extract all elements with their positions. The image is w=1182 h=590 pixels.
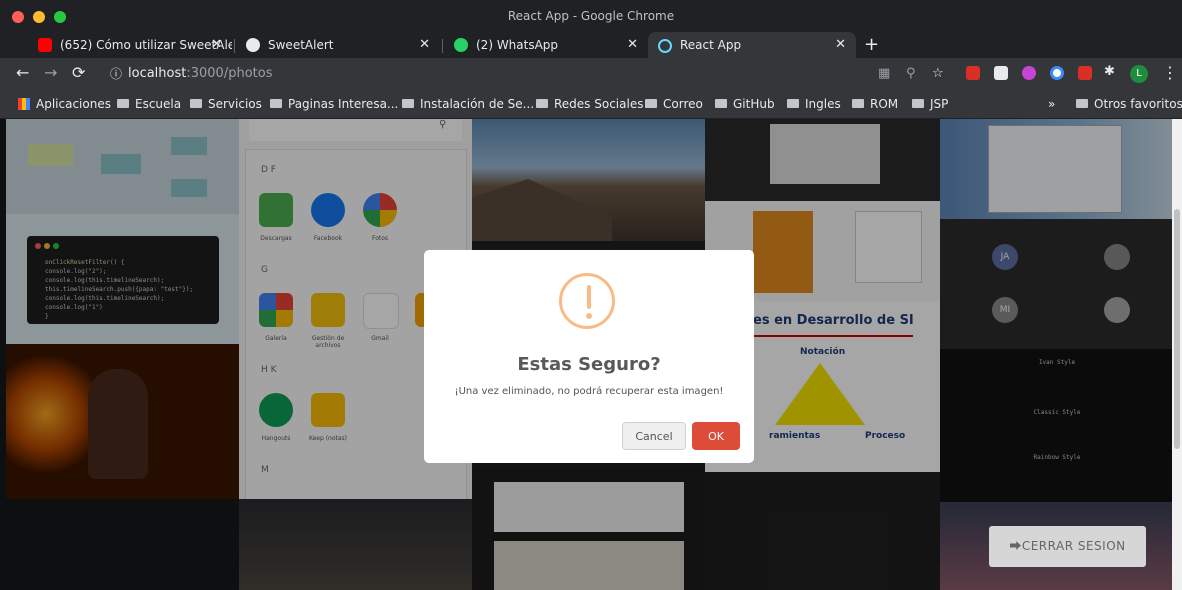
bookmark-folder[interactable]: GitHub bbox=[715, 90, 775, 118]
forward-icon[interactable]: → bbox=[44, 63, 57, 82]
tab-label: React App bbox=[680, 38, 742, 52]
folder-icon bbox=[1076, 99, 1088, 108]
tab-label: SweetAlert bbox=[268, 38, 334, 52]
extension-ring-icon[interactable] bbox=[1050, 66, 1064, 80]
folder-icon bbox=[645, 99, 657, 108]
bookmark-other-favorites[interactable]: Otros favoritos bbox=[1076, 90, 1182, 118]
tab-youtube[interactable]: (652) Cómo utilizar SweetAler ✕ bbox=[28, 32, 232, 58]
react-icon bbox=[658, 39, 672, 53]
new-tab-button[interactable]: + bbox=[864, 32, 879, 58]
folder-icon bbox=[536, 99, 548, 108]
close-tab-icon[interactable]: ✕ bbox=[419, 32, 430, 58]
ok-button[interactable]: OK bbox=[692, 422, 740, 450]
photo-gallery: onClickResetFilter() { console.log("2");… bbox=[0, 119, 1182, 590]
info-icon[interactable]: ⓘ bbox=[110, 62, 122, 86]
extension-color-icon[interactable] bbox=[1022, 66, 1036, 80]
puzzle-icon[interactable]: ✱ bbox=[1104, 64, 1118, 79]
folder-icon bbox=[270, 99, 282, 108]
window-title: React App - Google Chrome bbox=[507, 9, 675, 23]
folder-icon bbox=[715, 99, 727, 108]
extension-cube-icon[interactable] bbox=[994, 66, 1008, 80]
folder-icon bbox=[852, 99, 864, 108]
reload-icon[interactable]: ⟳ bbox=[72, 63, 85, 82]
tab-sweetalert[interactable]: SweetAlert ✕ bbox=[236, 32, 440, 58]
scrollbar-thumb[interactable] bbox=[1174, 209, 1180, 449]
bookmarks-bar: Aplicaciones Escuela Servicios Paginas I… bbox=[0, 90, 1182, 119]
tab-label: (2) WhatsApp bbox=[476, 38, 559, 52]
address-bar[interactable]: ⓘ localhost:3000/photos ▦ ⚲ ☆ bbox=[100, 62, 960, 86]
menu-icon[interactable]: ⋮ bbox=[1162, 63, 1178, 82]
tab-react-app[interactable]: React App ✕ bbox=[648, 32, 856, 58]
folder-icon bbox=[190, 99, 202, 108]
bookmark-folder[interactable]: ROM bbox=[852, 90, 898, 118]
close-tab-icon[interactable]: ✕ bbox=[211, 32, 222, 58]
bookmark-star-icon[interactable]: ☆ bbox=[932, 62, 944, 86]
tab-strip: (652) Cómo utilizar SweetAler ✕ SweetAle… bbox=[0, 32, 1182, 58]
github-icon bbox=[246, 38, 260, 52]
url-path: :3000/photos bbox=[186, 66, 273, 81]
extension-red-icon[interactable] bbox=[1078, 66, 1092, 80]
bookmark-folder[interactable]: Redes Sociales bbox=[536, 90, 643, 118]
bookmarks-overflow-button[interactable]: » bbox=[1048, 90, 1055, 118]
tab-label: (652) Cómo utilizar SweetAler bbox=[60, 38, 232, 52]
apps-grid-icon bbox=[18, 98, 30, 110]
folder-icon bbox=[117, 99, 129, 108]
bookmark-folder[interactable]: Ingles bbox=[787, 90, 841, 118]
back-icon[interactable]: ← bbox=[16, 63, 29, 82]
adblock-icon[interactable] bbox=[966, 66, 980, 80]
browser-toolbar: ← → ⟳ ⓘ localhost:3000/photos ▦ ⚲ ☆ ✱ L … bbox=[0, 58, 1182, 90]
profile-avatar[interactable]: L bbox=[1130, 65, 1148, 83]
page-scrollbar[interactable] bbox=[1172, 119, 1182, 590]
bookmark-folder[interactable]: Correo bbox=[645, 90, 703, 118]
youtube-icon bbox=[38, 38, 52, 52]
tab-whatsapp[interactable]: (2) WhatsApp ✕ bbox=[444, 32, 648, 58]
logout-button[interactable]: ⮕CERRAR SESION bbox=[989, 526, 1146, 567]
bookmark-apps[interactable]: Aplicaciones bbox=[18, 90, 111, 118]
window-titlebar: React App - Google Chrome bbox=[0, 0, 1182, 34]
dialog-text: ¡Una vez eliminado, no podrá recuperar e… bbox=[454, 386, 724, 397]
cancel-button[interactable]: Cancel bbox=[622, 422, 686, 450]
bookmark-folder[interactable]: Servicios bbox=[190, 90, 262, 118]
warning-icon bbox=[559, 273, 615, 329]
bookmark-folder[interactable]: Escuela bbox=[117, 90, 181, 118]
url-host: localhost bbox=[128, 66, 187, 81]
folder-icon bbox=[402, 99, 414, 108]
folder-icon bbox=[787, 99, 799, 108]
confirm-delete-dialog: Estas Seguro? ¡Una vez eliminado, no pod… bbox=[424, 250, 754, 463]
close-tab-icon[interactable]: ✕ bbox=[835, 32, 846, 58]
bookmark-folder[interactable]: Instalación de Se... bbox=[402, 90, 534, 118]
folder-icon bbox=[912, 99, 924, 108]
close-tab-icon[interactable]: ✕ bbox=[627, 32, 638, 58]
dialog-title: Estas Seguro? bbox=[517, 354, 661, 375]
translate-icon[interactable]: ▦ bbox=[878, 62, 890, 86]
bookmark-folder[interactable]: JSP bbox=[912, 90, 948, 118]
zoom-icon[interactable]: ⚲ bbox=[906, 62, 916, 86]
bookmark-folder[interactable]: Paginas Interesa... bbox=[270, 90, 398, 118]
whatsapp-icon bbox=[454, 38, 468, 52]
